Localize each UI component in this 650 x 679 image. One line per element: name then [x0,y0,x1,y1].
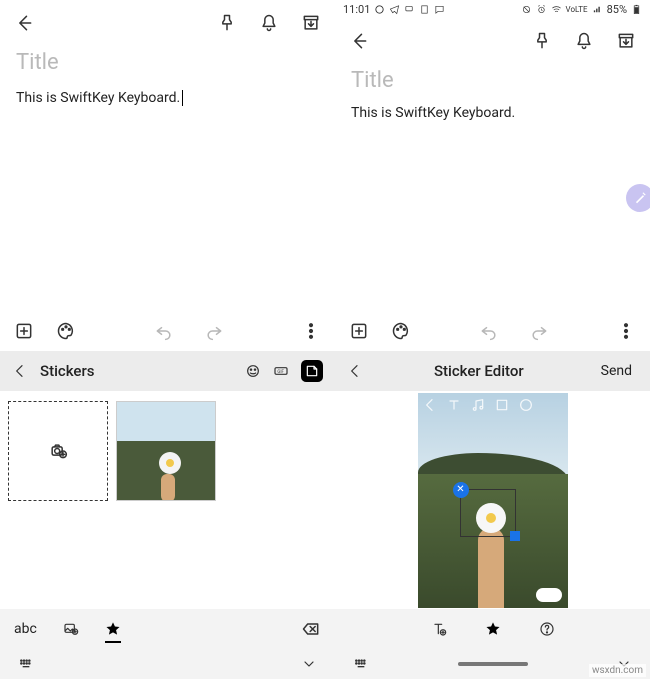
note-area: Title This is SwiftKey Keyboard. [335,64,650,121]
body-text: This is SwiftKey Keyboard. [16,90,180,106]
keyboard-header: Sticker Editor Send [335,351,650,391]
nav-bar [0,649,335,679]
redo-icon[interactable] [529,321,549,341]
telegram-icon [389,4,400,15]
dnd-icon [521,4,532,15]
bell-icon[interactable] [259,13,279,33]
add-sticker-button[interactable] [8,401,108,501]
note-toolbar [335,311,650,351]
screenshot-left: Title This is SwiftKey Keyboard. Sticker… [0,0,335,679]
bell-icon[interactable] [574,31,594,51]
kb-back-icon[interactable] [347,363,363,379]
status-time: 11:01 [343,3,370,16]
text-add-icon[interactable] [431,621,447,637]
chat-icon [404,4,415,15]
palette-icon[interactable] [391,321,411,341]
archive-icon[interactable] [616,31,636,51]
watermark: wsxdn.com [589,664,646,677]
app-header [335,18,650,64]
magic-compose-fab[interactable] [626,184,650,212]
keyboard-header: Stickers GIF [0,351,335,391]
gesture-pill[interactable] [458,662,528,666]
crop-selection[interactable]: ✕ [460,489,516,537]
title-field[interactable]: Title [351,68,634,93]
keyboard-toggle-icon[interactable] [18,656,34,672]
back-icon[interactable] [14,13,34,33]
volte-icon: VoLTE [566,5,588,14]
crop-remove-icon[interactable]: ✕ [453,482,469,498]
star-icon[interactable] [105,621,121,637]
collapse-icon[interactable] [301,656,317,672]
app-header [0,0,335,46]
crop-resize-handle[interactable] [510,531,520,541]
editor-zoom-pill[interactable] [536,588,562,602]
status-bar: 11:01 VoLTE 85% [335,0,650,18]
image-add-icon[interactable] [63,621,79,637]
stickers-grid [0,391,335,609]
more-icon[interactable] [616,321,636,341]
undo-icon[interactable] [154,321,174,341]
sticker-thumbnail[interactable] [116,401,216,501]
alarm-icon [536,4,547,15]
undo-icon[interactable] [479,321,499,341]
palette-icon[interactable] [56,321,76,341]
keyboard-bottom-row [335,609,650,649]
crop-tool-icon [422,397,438,413]
shape-tool-icon [494,397,510,413]
send-button[interactable]: Send [595,359,638,383]
screenshot-right: 11:01 VoLTE 85% Title This is Swi [335,0,650,679]
whatsapp-icon [374,4,385,15]
signal-icon [592,4,603,15]
wifi-icon [551,4,562,15]
note-toolbar [0,311,335,351]
text-cursor [182,90,183,106]
kb-back-icon[interactable] [12,363,28,379]
keyboard-bottom-row: abc [0,609,335,649]
pin-icon[interactable] [217,13,237,33]
redo-icon[interactable] [204,321,224,341]
help-icon[interactable] [539,621,555,637]
backspace-icon[interactable] [301,619,321,639]
music-tool-icon [470,397,486,413]
undo-redo-group [154,321,224,341]
back-icon[interactable] [349,31,369,51]
svg-text:GIF: GIF [277,370,284,375]
body-field[interactable]: This is SwiftKey Keyboard. [351,105,634,121]
battery-icon [631,4,642,15]
keyboard-toggle-icon[interactable] [353,656,369,672]
body-field[interactable]: This is SwiftKey Keyboard. [16,87,319,106]
emoji-icon[interactable] [245,363,261,379]
sd-icon [419,4,430,15]
add-box-icon[interactable] [349,321,369,341]
star-icon[interactable] [485,621,501,637]
editor-annotation-bar[interactable] [422,397,564,413]
pin-icon[interactable] [532,31,552,51]
more-icon[interactable] [301,321,321,341]
kb-header-title: Sticker Editor [434,362,524,380]
undo-redo-group [479,321,549,341]
sticker-editor-canvas[interactable]: ✕ [335,391,650,609]
abc-button[interactable]: abc [14,621,37,637]
note-area: Title This is SwiftKey Keyboard. [0,46,335,106]
gif-icon[interactable]: GIF [273,363,289,379]
kb-header-title: Stickers [40,362,94,380]
text-tool-icon [446,397,462,413]
emoji-tool-icon [518,397,534,413]
title-field[interactable]: Title [16,50,319,75]
add-box-icon[interactable] [14,321,34,341]
editor-photo: ✕ [418,393,568,608]
archive-icon[interactable] [301,13,321,33]
sticker-tab-icon[interactable] [301,360,323,382]
message-icon [434,4,445,15]
battery-text: 85% [607,3,627,16]
